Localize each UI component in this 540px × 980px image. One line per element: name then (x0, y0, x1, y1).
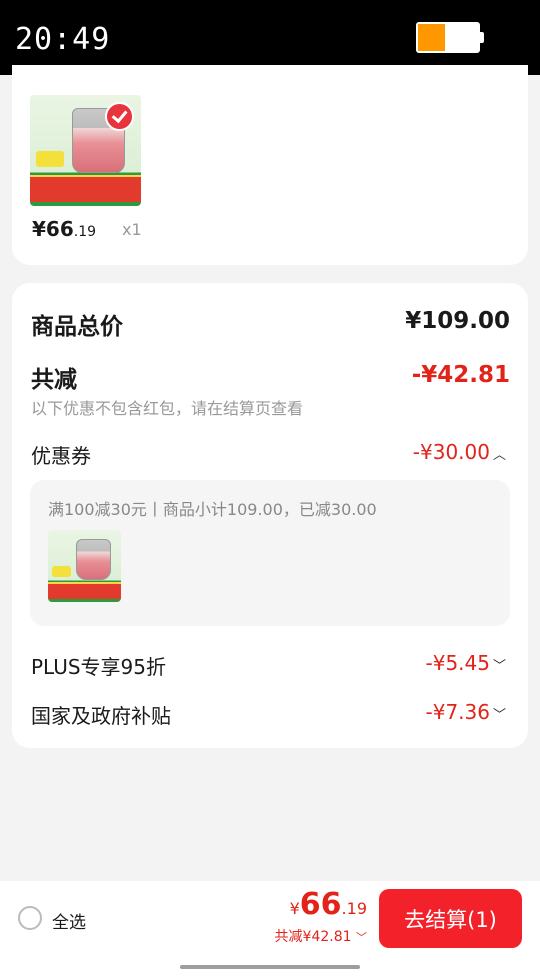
subsidy-value: -¥7.36 (425, 700, 490, 724)
total-value: ¥109.00 (405, 308, 510, 334)
product-image[interactable] (30, 95, 141, 206)
subsidy-toggle[interactable]: -¥7.36 ﹀ (426, 700, 507, 724)
subsidy-label: 国家及政府补贴 (31, 704, 171, 728)
total-label: 商品总价 (31, 314, 123, 340)
home-indicator[interactable] (180, 965, 360, 969)
discount-value: -¥42.81 (411, 362, 510, 388)
chevron-up-icon: ︿ (492, 448, 506, 463)
status-time: 20:49 (15, 22, 111, 57)
product-quantity: x1 (122, 220, 142, 239)
checkout-bar: 全选 ¥66.19 共减¥42.81 ﹀ 去结算(1) (0, 881, 540, 980)
checkout-button[interactable]: 去结算(1) (379, 889, 522, 948)
battery-icon (416, 22, 484, 53)
status-bar: 20:49 (0, 0, 540, 75)
plus-discount-toggle[interactable]: -¥5.45 ﹀ (426, 651, 507, 675)
chevron-down-icon: ﹀ (492, 708, 506, 723)
product-price: ¥66.19 (32, 217, 97, 241)
discount-label: 共减 (31, 367, 77, 393)
select-all-label[interactable]: 全选 (52, 908, 86, 933)
selected-check-icon[interactable] (105, 101, 135, 131)
coupon-label: 优惠券 (31, 444, 91, 468)
plus-discount-value: -¥5.45 (425, 651, 490, 675)
plus-discount-label: PLUS专享95折 (31, 655, 166, 679)
coupon-detail-box: 满100减30元丨商品小计109.00，已减30.00 (30, 480, 510, 626)
chevron-down-icon: ﹀ (356, 931, 367, 944)
coupon-product-image (48, 530, 121, 602)
discount-note: 以下优惠不包含红包，请在结算页查看 (31, 399, 304, 418)
product-card: ¥66.19 x1 (12, 65, 528, 265)
coupon-detail-text: 满100减30元丨商品小计109.00，已减30.00 (48, 500, 377, 519)
select-all-radio[interactable] (18, 906, 42, 930)
total-discount-toggle[interactable]: 共减¥42.81 ﹀ (275, 926, 367, 946)
coupon-toggle[interactable]: -¥30.00 ︿ (413, 440, 506, 464)
coupon-value: -¥30.00 (412, 440, 490, 464)
total-payable: ¥66.19 (289, 887, 367, 922)
battery-level-fill (418, 24, 445, 51)
price-summary-card: 商品总价 ¥109.00 共减 -¥42.81 以下优惠不包含红包，请在结算页查… (12, 283, 528, 748)
chevron-down-icon: ﹀ (492, 659, 506, 674)
